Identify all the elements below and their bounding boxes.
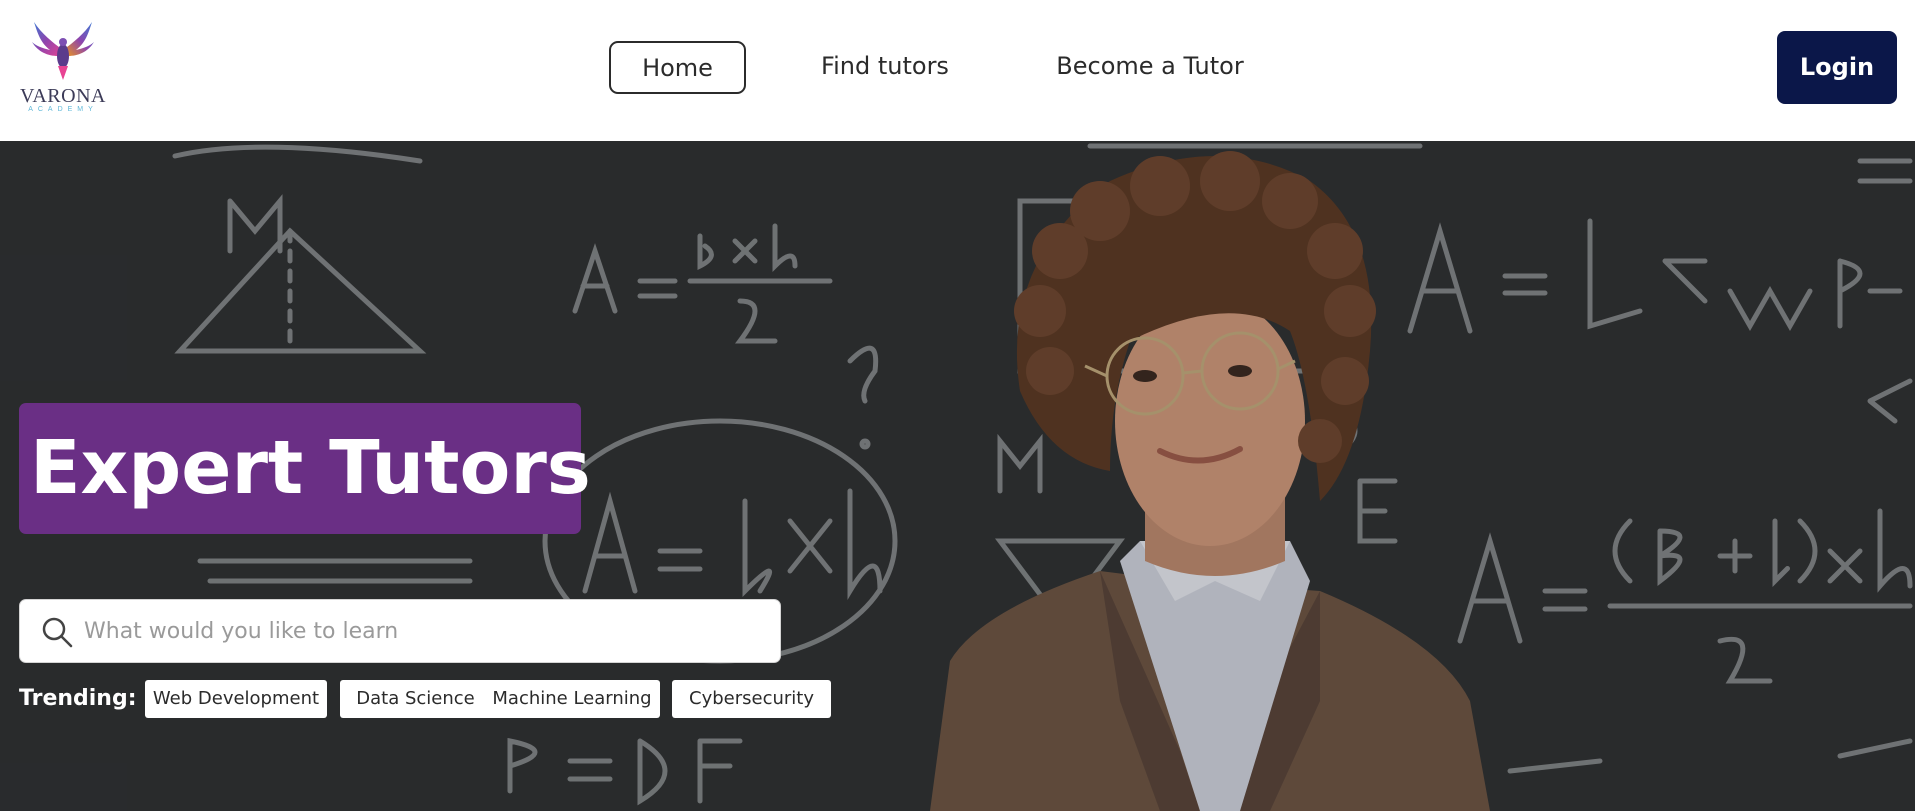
- brand-logo[interactable]: VARONA ACADEMY: [16, 20, 110, 116]
- trending-tag-web-development[interactable]: Web Development: [145, 680, 327, 718]
- nav-home-link[interactable]: Home: [609, 41, 746, 94]
- trending-label: Trending:: [19, 686, 137, 711]
- nav-become-tutor-link[interactable]: Become a Tutor: [1040, 41, 1260, 94]
- nav-find-tutors-link[interactable]: Find tutors: [810, 41, 960, 94]
- trending-tag-machine-learning[interactable]: Machine Learning: [484, 680, 660, 718]
- brand-subtitle: ACADEMY: [28, 106, 98, 113]
- login-button[interactable]: Login: [1777, 31, 1897, 104]
- trending-tag-data-science[interactable]: Data Science: [340, 680, 491, 718]
- search-input[interactable]: [84, 600, 764, 662]
- phoenix-logo-icon: [32, 22, 94, 80]
- trending-tag-cybersecurity[interactable]: Cybersecurity: [672, 680, 831, 718]
- hero-headline: Expert Tutors: [19, 403, 591, 534]
- site-header: VARONA ACADEMY Home Find tutors Become a…: [0, 0, 1915, 141]
- search-icon[interactable]: [40, 615, 74, 649]
- search-bar[interactable]: [19, 599, 781, 663]
- hero-section: Expert Tutors Trending: Web Development …: [0, 141, 1915, 811]
- brand-name: VARONA: [20, 85, 106, 107]
